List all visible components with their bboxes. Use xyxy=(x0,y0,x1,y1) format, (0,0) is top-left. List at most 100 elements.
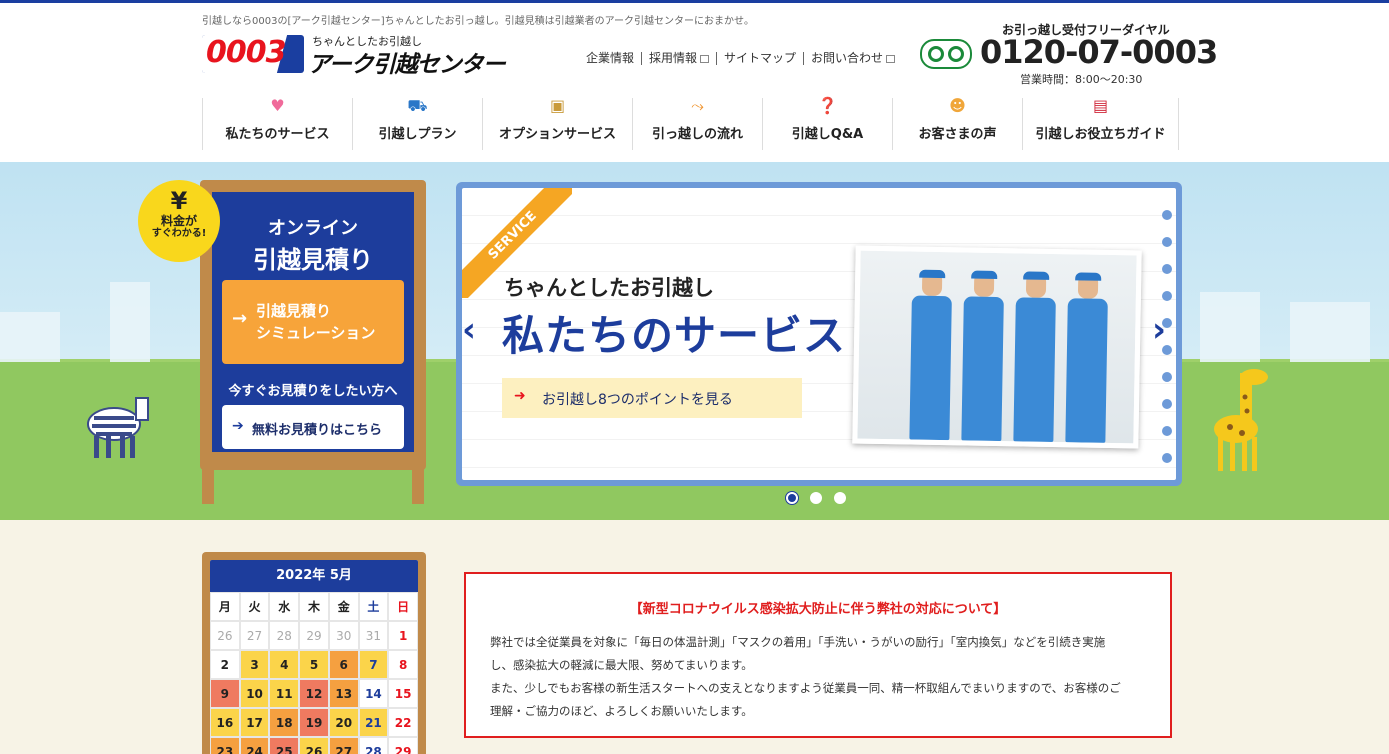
free-dial-icon xyxy=(920,39,972,69)
calendar-day: 23 xyxy=(210,737,240,754)
calendar-day: 31 xyxy=(358,621,389,650)
book-icon: ▤ xyxy=(1092,96,1109,115)
notice-body: 弊社では全従業員を対象に「毎日の体温計測」「マスクの着用」「手洗い・うがいの励行… xyxy=(490,635,1121,718)
business-hours: 営業時間：8:00〜20:30 xyxy=(1020,73,1143,86)
calendar-day: 26 xyxy=(299,737,329,754)
slide-subtitle: ちゃんとしたお引越し xyxy=(504,276,714,300)
flow-arrow-icon: ⤳ xyxy=(691,96,704,115)
hero-slider[interactable]: SERVICE ちゃんとしたお引越し 私たちのサービス お引越し8つのポイントを… xyxy=(456,182,1182,486)
calendar-day: 24 xyxy=(239,737,270,754)
calendar-day: 14 xyxy=(358,679,389,708)
calendar-day: 2 xyxy=(210,650,240,679)
phone-contact: お引っ越し受付フリーダイヤル 0120-07-0003 営業時間：8:00〜20… xyxy=(920,21,1218,89)
calendar-day: 30 xyxy=(328,621,359,650)
box-icon: ▣ xyxy=(549,96,566,115)
slider-dot-3[interactable] xyxy=(834,492,846,504)
nav-item-services[interactable]: ♥ 私たちのサービス xyxy=(202,96,352,150)
calendar-title: 2022年 5月 xyxy=(210,560,418,592)
calendar-day: 22 xyxy=(388,708,418,737)
utility-links: 企業情報 採用情報 サイトマップ お問い合わせ xyxy=(586,52,902,65)
calendar-day: 16 xyxy=(210,708,240,737)
calendar-day: 5 xyxy=(299,650,329,679)
truck-icon: ⛟ xyxy=(407,96,428,115)
calendar-weekday: 火 xyxy=(239,592,270,621)
notice-title: 【新型コロナウイルス感染拡大防止に伴う弊社の対応について】 xyxy=(629,602,1007,617)
calendar-day: 29 xyxy=(299,621,329,650)
site-header: 引越しなら0003の[アーク引越センター]ちゃんとしたお引っ越し。引越見積は引越… xyxy=(0,3,1389,162)
external-window-icon xyxy=(886,54,896,63)
estimate-board: オンライン 引越見積り 引越見積り シミュレーション 今すぐお見積りをしたい方へ… xyxy=(200,180,426,470)
site-logo[interactable]: 0003 ちゃんとしたお引越し アーク引越センター xyxy=(202,33,512,78)
header-tagline: 引越しなら0003の[アーク引越センター]ちゃんとしたお引っ越し。引越見積は引越… xyxy=(202,16,755,27)
calendar-day: 26 xyxy=(210,621,240,650)
calendar-day: 20 xyxy=(328,708,359,737)
util-link-sitemap[interactable]: サイトマップ xyxy=(716,52,803,65)
calendar-weekday: 木 xyxy=(299,592,329,621)
logo-number-mark: 0003 xyxy=(202,35,304,73)
people-icon: ☻ xyxy=(949,96,966,115)
phone-number[interactable]: 0120-07-0003 xyxy=(980,33,1218,71)
nav-item-flow[interactable]: ⤳ 引っ越しの流れ xyxy=(632,96,762,150)
calendar-day: 9 xyxy=(210,679,240,708)
slider-dot-2[interactable] xyxy=(810,492,822,504)
calendar-weekday: 日 xyxy=(388,592,418,621)
question-icon: ❓ xyxy=(817,96,838,115)
estimate-simulation-button[interactable]: 引越見積り シミュレーション xyxy=(222,280,404,364)
calendar-day: 6 xyxy=(328,650,359,679)
calendar-day: 12 xyxy=(299,679,329,708)
calendar-day: 21 xyxy=(358,708,389,737)
slider-next-arrow-icon[interactable]: › xyxy=(1152,310,1166,350)
nav-item-guide[interactable]: ▤ 引越しお役立ちガイド xyxy=(1022,96,1179,150)
global-nav: ♥ 私たちのサービス ⛟ 引越しプラン ▣ オプションサービス ⤳ 引っ越しの流… xyxy=(202,96,1179,150)
calendar-day: 4 xyxy=(269,650,300,679)
calendar-day: 29 xyxy=(388,737,418,754)
logo-company-name: アーク引越センター xyxy=(308,52,506,78)
calendar-weekday: 金 xyxy=(328,592,359,621)
util-link-company[interactable]: 企業情報 xyxy=(586,52,641,65)
calendar-day: 28 xyxy=(358,737,389,754)
nav-item-options[interactable]: ▣ オプションサービス xyxy=(482,96,632,150)
calendar-day: 27 xyxy=(239,621,270,650)
board-title-estimate: 引越見積り xyxy=(253,246,373,274)
calendar-day: 18 xyxy=(269,708,300,737)
calendar-day: 8 xyxy=(388,650,418,679)
nav-item-qa[interactable]: ❓ 引越しQ&A xyxy=(762,96,892,150)
calendar-day: 27 xyxy=(328,737,359,754)
calendar-day: 17 xyxy=(239,708,270,737)
heart-icon: ♥ xyxy=(270,96,285,115)
calendar-day: 1 xyxy=(388,621,418,650)
slider-dots xyxy=(786,492,858,504)
board-title-online: オンライン xyxy=(268,218,358,239)
yen-icon: ¥ xyxy=(170,187,188,215)
util-link-contact[interactable]: お問い合わせ xyxy=(803,52,902,65)
calendar-day: 13 xyxy=(328,679,359,708)
nav-item-plans[interactable]: ⛟ 引越しプラン xyxy=(352,96,482,150)
external-window-icon xyxy=(700,54,710,63)
calendar-day: 28 xyxy=(269,621,300,650)
calendar-weekday: 水 xyxy=(269,592,300,621)
giraffe-illustration xyxy=(1210,367,1276,475)
slide-title: 私たちのサービス xyxy=(502,311,847,360)
calendar-day: 19 xyxy=(299,708,329,737)
price-badge: ¥ 料金が すぐわかる! xyxy=(138,180,220,262)
calendar-weekday: 土 xyxy=(358,592,389,621)
zebra-illustration xyxy=(80,384,154,464)
slider-prev-arrow-icon[interactable]: ‹ xyxy=(462,310,476,350)
calendar-day: 11 xyxy=(269,679,300,708)
slider-dot-1[interactable] xyxy=(786,492,798,504)
util-link-recruit[interactable]: 採用情報 xyxy=(641,52,716,65)
nav-item-voices[interactable]: ☻ お客さまの声 xyxy=(892,96,1022,150)
calendar-grid: 月 火 水 木 金 土 日 26 27 28 29 30 31 1 2 3 4 5 6 7 8 9 10 11 1… xyxy=(210,592,418,754)
hero-area: オンライン 引越見積り 引越見積り シミュレーション 今すぐお見積りをしたい方へ… xyxy=(0,162,1389,520)
calendar-weekday: 月 xyxy=(210,592,240,621)
calendar-day: 15 xyxy=(388,679,418,708)
covid-notice: 【新型コロナウイルス感染拡大防止に伴う弊社の対応について】 弊社では全従業員を対… xyxy=(464,572,1172,738)
eight-points-button[interactable]: お引越し8つのポイントを見る xyxy=(502,378,802,418)
calendar-day: 10 xyxy=(239,679,270,708)
calendar-day: 25 xyxy=(269,737,300,754)
calendar-day: 7 xyxy=(358,650,389,679)
calendar-day: 3 xyxy=(239,650,270,679)
staff-photo xyxy=(852,245,1142,449)
board-now-text: 今すぐお見積りをしたい方へ xyxy=(228,384,398,399)
free-estimate-button[interactable]: 無料お見積りはこちら xyxy=(222,405,404,449)
